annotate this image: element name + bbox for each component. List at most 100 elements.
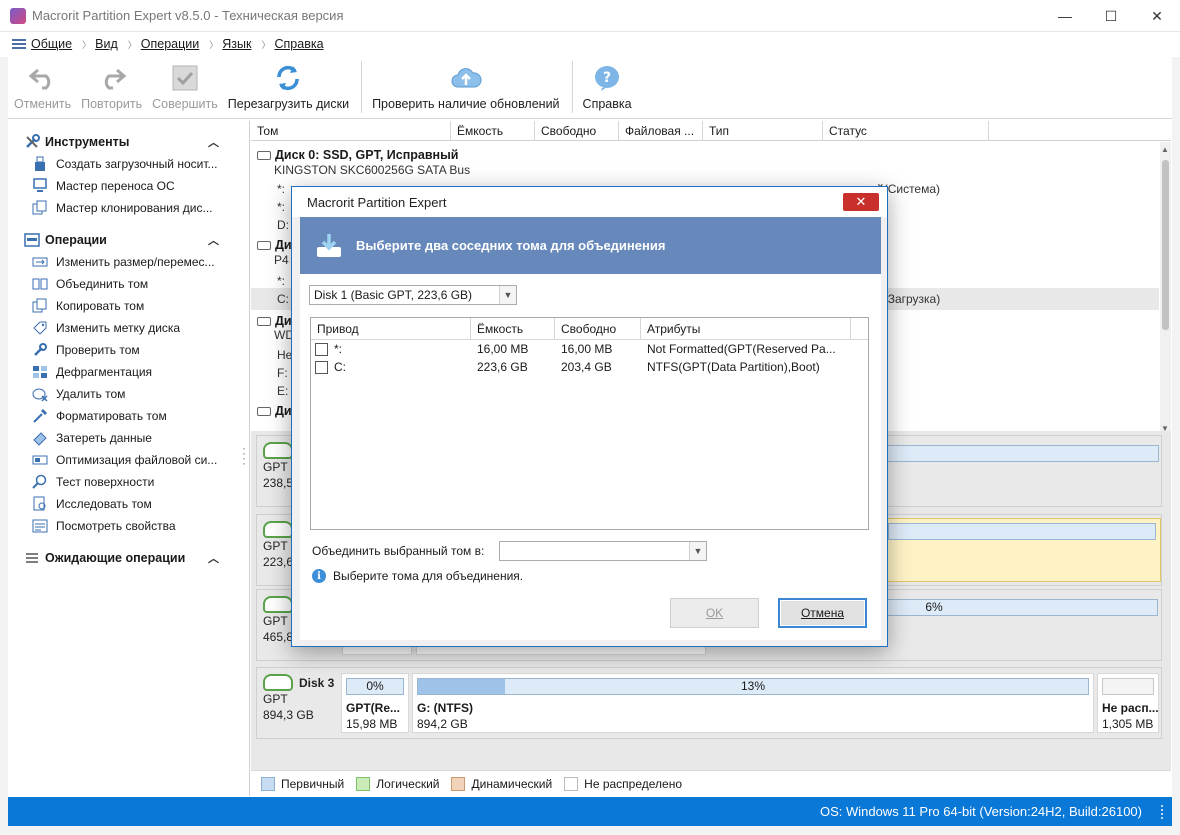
scroll-up-icon[interactable]: ▲ xyxy=(1161,145,1169,154)
minimize-button[interactable]: — xyxy=(1042,0,1088,32)
close-button[interactable]: ✕ xyxy=(1134,0,1180,32)
sidebar-item-disk-clone[interactable]: Мастер клонирования дис... xyxy=(8,197,249,219)
column-header-filesystem[interactable]: Файловая ... xyxy=(619,121,703,140)
partition-block[interactable] xyxy=(887,441,1159,501)
volume-table-header: Привод Ёмкость Свободно Атрибуты xyxy=(311,318,868,340)
window-frame xyxy=(0,826,1180,835)
explore-icon xyxy=(32,496,48,512)
menu-icon xyxy=(12,39,26,49)
dialog-body: Disk 1 (Basic GPT, 223,6 GB) ▼ Привод Ём… xyxy=(300,274,881,640)
svg-text:?: ? xyxy=(603,70,611,86)
merge-download-icon xyxy=(317,233,341,257)
window-frame xyxy=(1172,57,1180,835)
menu-language[interactable]: 〉 Язык xyxy=(209,37,251,51)
sidebar-item-defrag[interactable]: Дефрагментация xyxy=(8,361,249,383)
partition-block-selected[interactable] xyxy=(887,518,1161,582)
delete-disk-icon xyxy=(32,386,48,402)
dialog-banner: Выберите два соседних тома для объединен… xyxy=(300,217,881,274)
row-checkbox[interactable] xyxy=(315,361,328,375)
sidebar-item-merge[interactable]: Объединить том xyxy=(8,273,249,295)
column-header-free[interactable]: Свободно xyxy=(535,121,619,140)
copy-icon xyxy=(32,298,48,314)
menu-help[interactable]: 〉 Справка xyxy=(261,37,323,51)
sidebar-item-bootable-media[interactable]: Создать загрузочный носит... xyxy=(8,153,249,175)
legend-item-primary: Первичный xyxy=(261,776,344,791)
table-row[interactable]: C: 223,6 GB 203,4 GB NTFS(GPT(Data Parti… xyxy=(311,358,868,376)
sidebar-item-check[interactable]: Проверить том xyxy=(8,339,249,361)
splitter-handle[interactable]: · · · · xyxy=(242,442,246,469)
merge-into-dropdown[interactable]: ▼ xyxy=(499,541,707,561)
window-title: Macrorit Partition Expert v8.5.0 - Техни… xyxy=(32,8,344,23)
wrench-icon xyxy=(32,342,48,358)
primary-swatch xyxy=(261,776,275,791)
scrollbar-thumb[interactable] xyxy=(1162,160,1169,330)
table-row[interactable]: *: 16,00 MB 16,00 MB Not Formatted(GPT(R… xyxy=(311,340,868,358)
chevron-up-icon[interactable]: ︿ xyxy=(208,134,219,150)
sidebar-item-optimize-fs[interactable]: Оптимизация файловой си... xyxy=(8,449,249,471)
hdd-icon xyxy=(263,521,293,538)
partition-block[interactable]: 13% G: (NTFS) 894,2 GB xyxy=(412,673,1094,733)
check-updates-button[interactable]: Проверить наличие обновлений xyxy=(368,57,563,111)
partition-block-unallocated[interactable]: Не расп... 1,305 MB xyxy=(1097,673,1159,733)
column-header-drive[interactable]: Привод xyxy=(311,318,471,339)
volume-list-scrollbar[interactable]: ▲ ▼ xyxy=(1160,142,1171,435)
column-header-capacity[interactable]: Ёмкость xyxy=(451,121,535,140)
row-checkbox[interactable] xyxy=(315,343,328,357)
disk-select-dropdown[interactable]: Disk 1 (Basic GPT, 223,6 GB) ▼ xyxy=(309,285,517,305)
sidebar-item-os-migration[interactable]: Мастер переноса ОС xyxy=(8,175,249,197)
legend-item-unallocated: Не распределено xyxy=(564,776,682,791)
defrag-icon xyxy=(32,364,48,380)
sidebar-item-properties[interactable]: Посмотреть свойства xyxy=(8,515,249,537)
undo-icon xyxy=(27,63,59,93)
sidebar-item-explore[interactable]: Исследовать том xyxy=(8,493,249,515)
refresh-icon xyxy=(272,63,304,93)
tools-icon xyxy=(24,134,40,150)
tools-header[interactable]: Инструменты ︿ xyxy=(8,131,249,153)
ok-button[interactable]: OK xyxy=(670,598,759,628)
disk-card[interactable]: Disk 3 GPT 894,3 GB 0% GPT(Re... 15,98 MB… xyxy=(256,667,1162,739)
sidebar-item-format[interactable]: Форматировать том xyxy=(8,405,249,427)
operations-header[interactable]: Операции ︿ xyxy=(8,229,249,251)
clone-icon xyxy=(32,200,48,216)
chevron-up-icon[interactable]: ︿ xyxy=(208,232,219,248)
column-header-capacity[interactable]: Ёмкость xyxy=(471,318,555,339)
hdd-icon xyxy=(263,674,293,691)
sidebar-item-change-label[interactable]: Изменить метку диска xyxy=(8,317,249,339)
merge-into-label: Объединить выбранный том в: xyxy=(312,544,485,558)
column-header-free[interactable]: Свободно xyxy=(555,318,641,339)
commit-button[interactable]: Совершить xyxy=(148,57,222,111)
maximize-button[interactable]: ☐ xyxy=(1088,0,1134,32)
sidebar-item-resize[interactable]: Изменить размер/перемес... xyxy=(8,251,249,273)
sidebar-item-surface-test[interactable]: Тест поверхности xyxy=(8,471,249,493)
redo-button[interactable]: Повторить xyxy=(77,57,146,111)
toolbar: Отменить Повторить Совершить Перезагрузи… xyxy=(0,57,1180,119)
column-header-attributes[interactable]: Атрибуты xyxy=(641,318,851,339)
menu-view[interactable]: 〉 Вид xyxy=(82,37,118,51)
reload-disks-button[interactable]: Перезагрузить диски xyxy=(224,57,353,111)
undo-button[interactable]: Отменить xyxy=(10,57,75,111)
sidebar-item-wipe[interactable]: Затереть данные xyxy=(8,427,249,449)
cloud-upload-icon xyxy=(450,63,482,93)
dialog-title-bar[interactable]: Macrorit Partition Expert ✕ xyxy=(292,187,887,217)
status-bar: OS: Windows 11 Pro 64-bit (Version:24H2,… xyxy=(8,797,1172,826)
sidebar-item-delete[interactable]: Удалить том xyxy=(8,383,249,405)
help-button[interactable]: ? Справка xyxy=(579,57,636,111)
toolbar-separator xyxy=(571,61,573,113)
resize-grip[interactable] xyxy=(1161,805,1164,819)
column-header-status[interactable]: Статус xyxy=(823,121,989,140)
pending-header[interactable]: Ожидающие операции ︿ xyxy=(8,547,249,569)
unallocated-swatch xyxy=(564,776,579,791)
column-header-volume[interactable]: Том xyxy=(251,121,451,140)
sidebar-item-copy[interactable]: Копировать том xyxy=(8,295,249,317)
menu-operations[interactable]: 〉 Операции xyxy=(128,37,200,51)
partition-block[interactable]: 0% GPT(Re... 15,98 MB xyxy=(341,673,409,733)
dialog-close-button[interactable]: ✕ xyxy=(843,193,879,211)
cancel-button[interactable]: Отмена xyxy=(778,598,867,628)
eraser-icon xyxy=(32,430,48,446)
menu-general[interactable]: Общие xyxy=(12,37,72,51)
legend-item-dynamic: Динамический xyxy=(451,776,552,791)
chevron-up-icon[interactable]: ︿ xyxy=(208,550,219,566)
usage-fill xyxy=(418,679,506,694)
column-header-type[interactable]: Тип xyxy=(703,121,823,140)
info-message: i Выберите тома для объединения. xyxy=(312,569,523,583)
